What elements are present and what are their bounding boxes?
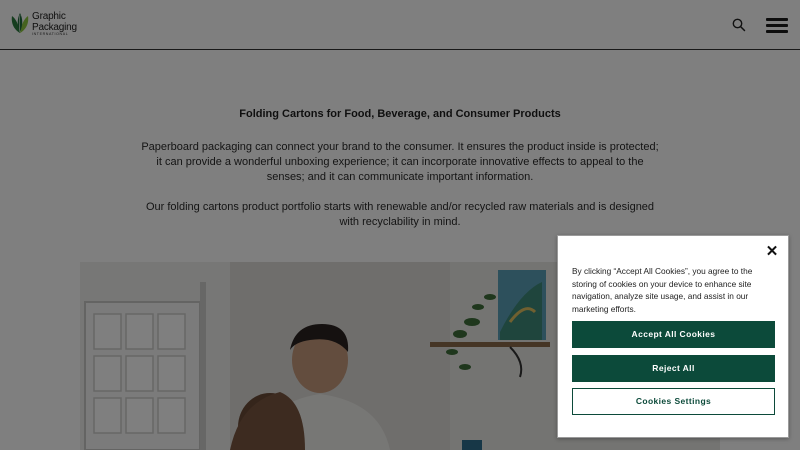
accept-all-cookies-button[interactable]: Accept All Cookies [572,321,775,348]
cookies-settings-button[interactable]: Cookies Settings [572,388,775,415]
reject-all-button[interactable]: Reject All [572,355,775,382]
cookie-consent-banner: ✕ By clicking “Accept All Cookies”, you … [557,235,789,438]
cookie-message: By clicking “Accept All Cookies”, you ag… [572,266,753,314]
close-icon: ✕ [765,243,779,260]
close-button[interactable]: ✕ [764,244,780,260]
